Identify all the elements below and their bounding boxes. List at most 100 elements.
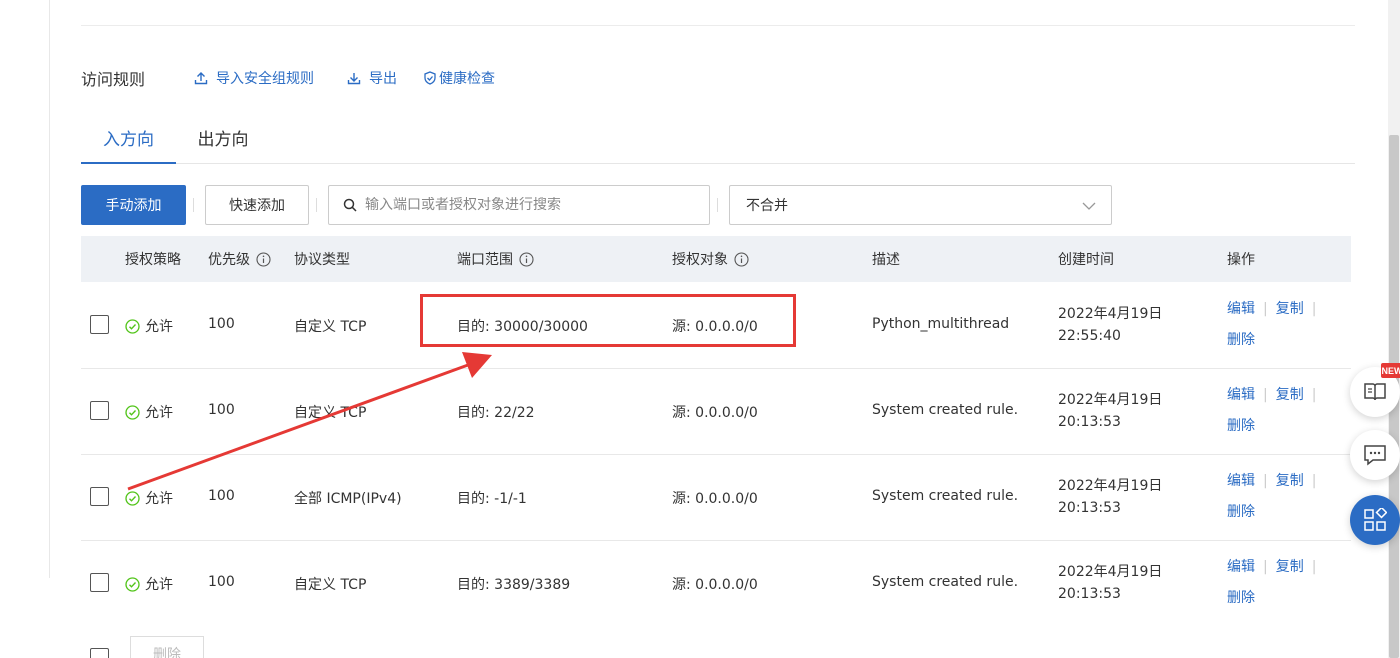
delete-link[interactable]: 删除: [1227, 332, 1255, 348]
port-cell: 目的: 3389/3389: [457, 577, 571, 593]
header-description: 描述: [872, 252, 900, 268]
source-cell: 源: 0.0.0.0/0: [672, 491, 758, 507]
created-cell: 2022年4月19日 20:13:53: [1058, 478, 1163, 516]
protocol-cell: 自定义 TCP: [294, 319, 367, 335]
check-circle-icon: [125, 576, 140, 592]
book-icon: [1364, 383, 1386, 401]
quick-add-button[interactable]: 快速添加: [205, 185, 309, 225]
chevron-down-icon: [1082, 202, 1096, 210]
header-auth-object: 授权对象: [672, 236, 749, 282]
edit-link[interactable]: 编辑: [1227, 301, 1255, 317]
check-circle-icon: [125, 404, 140, 420]
info-icon[interactable]: [256, 251, 271, 267]
description-cell: System created rule.: [872, 488, 1019, 504]
annotation-highlight-box: [420, 294, 796, 347]
chat-icon: [1364, 445, 1386, 466]
row-operations: 编辑 | 复制 | 删除: [1227, 473, 1317, 520]
info-icon[interactable]: [734, 251, 749, 267]
health-check-link[interactable]: 健康检查: [423, 68, 495, 88]
table-header: 授权策略 优先级 协议类型 端口范围 授权对象 描述 创建时间 操作: [81, 236, 1351, 282]
search-box[interactable]: [328, 185, 710, 225]
source-cell: 源: 0.0.0.0/0: [672, 577, 758, 593]
header-created: 创建时间: [1058, 252, 1114, 268]
export-label: 导出: [369, 71, 397, 87]
header-priority: 优先级: [208, 236, 271, 282]
download-icon: [347, 73, 361, 85]
delete-link[interactable]: 删除: [1227, 418, 1255, 434]
port-cell: 目的: 22/22: [457, 405, 535, 421]
created-cell: 2022年4月19日 20:13:53: [1058, 392, 1163, 430]
new-badge: NEW: [1381, 363, 1400, 378]
source-cell: 源: 0.0.0.0/0: [672, 405, 758, 421]
export-link[interactable]: 导出: [347, 68, 397, 88]
table-row: 允许 100 自定义 TCP 目的: 3389/3389 源: 0.0.0.0/…: [81, 541, 1351, 627]
left-rail: [0, 0, 50, 578]
import-rules-label: 导入安全组规则: [216, 71, 314, 87]
copy-link[interactable]: 复制: [1276, 301, 1304, 317]
apps-float-button[interactable]: [1350, 495, 1400, 545]
created-cell: 2022年4月19日 22:55:40: [1058, 306, 1163, 344]
direction-tabs: 入方向 出方向: [81, 120, 1355, 164]
copy-link[interactable]: 复制: [1276, 559, 1304, 575]
vertical-scrollbar[interactable]: [1388, 0, 1400, 658]
policy-cell: 允许: [125, 316, 173, 336]
delete-link[interactable]: 删除: [1227, 504, 1255, 520]
edit-link[interactable]: 编辑: [1227, 473, 1255, 489]
row-checkbox[interactable]: [90, 401, 109, 420]
priority-cell: 100: [208, 402, 235, 418]
header-policy: 授权策略: [125, 252, 181, 268]
created-cell: 2022年4月19日 20:13:53: [1058, 564, 1163, 602]
description-cell: System created rule.: [872, 402, 1019, 418]
edit-link[interactable]: 编辑: [1227, 559, 1255, 575]
select-all-checkbox[interactable]: [90, 648, 109, 658]
header-port-range: 端口范围: [457, 236, 534, 282]
apps-grid-icon: [1364, 508, 1387, 531]
section-title: 访问规则: [81, 70, 146, 89]
description-cell: System created rule.: [872, 574, 1019, 590]
row-checkbox[interactable]: [90, 487, 109, 506]
merge-select[interactable]: 不合并: [729, 185, 1112, 225]
priority-cell: 100: [208, 316, 235, 332]
row-operations: 编辑 | 复制 | 删除: [1227, 387, 1317, 434]
tab-outbound[interactable]: 出方向: [191, 120, 255, 164]
description-cell: Python_multithread: [872, 316, 1010, 332]
search-icon: [343, 198, 357, 212]
copy-link[interactable]: 复制: [1276, 473, 1304, 489]
delete-link[interactable]: 删除: [1227, 590, 1255, 606]
protocol-cell: 自定义 TCP: [294, 577, 367, 593]
header-protocol: 协议类型: [294, 252, 350, 268]
edit-link[interactable]: 编辑: [1227, 387, 1255, 403]
check-circle-icon: [125, 490, 140, 506]
import-rules-link[interactable]: 导入安全组规则: [194, 68, 314, 88]
chat-float-button[interactable]: [1350, 430, 1400, 480]
row-operations: 编辑 | 复制 | 删除: [1227, 301, 1317, 348]
protocol-cell: 全部 ICMP(IPv4): [294, 491, 402, 507]
check-circle-icon: [125, 318, 140, 334]
manual-add-button[interactable]: 手动添加: [81, 185, 186, 225]
top-divider: [81, 25, 1355, 26]
shield-check-icon: [424, 71, 436, 85]
row-checkbox[interactable]: [90, 573, 109, 592]
tab-inbound[interactable]: 入方向: [81, 120, 176, 164]
health-check-label: 健康检查: [439, 71, 495, 87]
upload-icon: [194, 72, 208, 85]
bulk-delete-button[interactable]: 删除: [130, 636, 204, 658]
copy-link[interactable]: 复制: [1276, 387, 1304, 403]
divider: [316, 198, 317, 212]
info-icon[interactable]: [519, 251, 534, 267]
priority-cell: 100: [208, 488, 235, 504]
search-input[interactable]: [365, 197, 685, 213]
priority-cell: 100: [208, 574, 235, 590]
security-group-rules-page: 访问规则 导入安全组规则 导出 健康检查 入方向 出方向 手动添加 快速添加 不…: [0, 0, 1400, 658]
divider: [193, 198, 194, 212]
port-cell: 目的: -1/-1: [457, 491, 527, 507]
row-checkbox[interactable]: [90, 315, 109, 334]
header-operations: 操作: [1227, 252, 1255, 268]
protocol-cell: 自定义 TCP: [294, 405, 367, 421]
divider: [717, 198, 718, 212]
policy-cell: 允许: [125, 574, 173, 594]
table-row: 允许 100 自定义 TCP 目的: 22/22 源: 0.0.0.0/0 Sy…: [81, 369, 1351, 455]
policy-cell: 允许: [125, 402, 173, 422]
policy-cell: 允许: [125, 488, 173, 508]
merge-select-value: 不合并: [746, 198, 788, 214]
